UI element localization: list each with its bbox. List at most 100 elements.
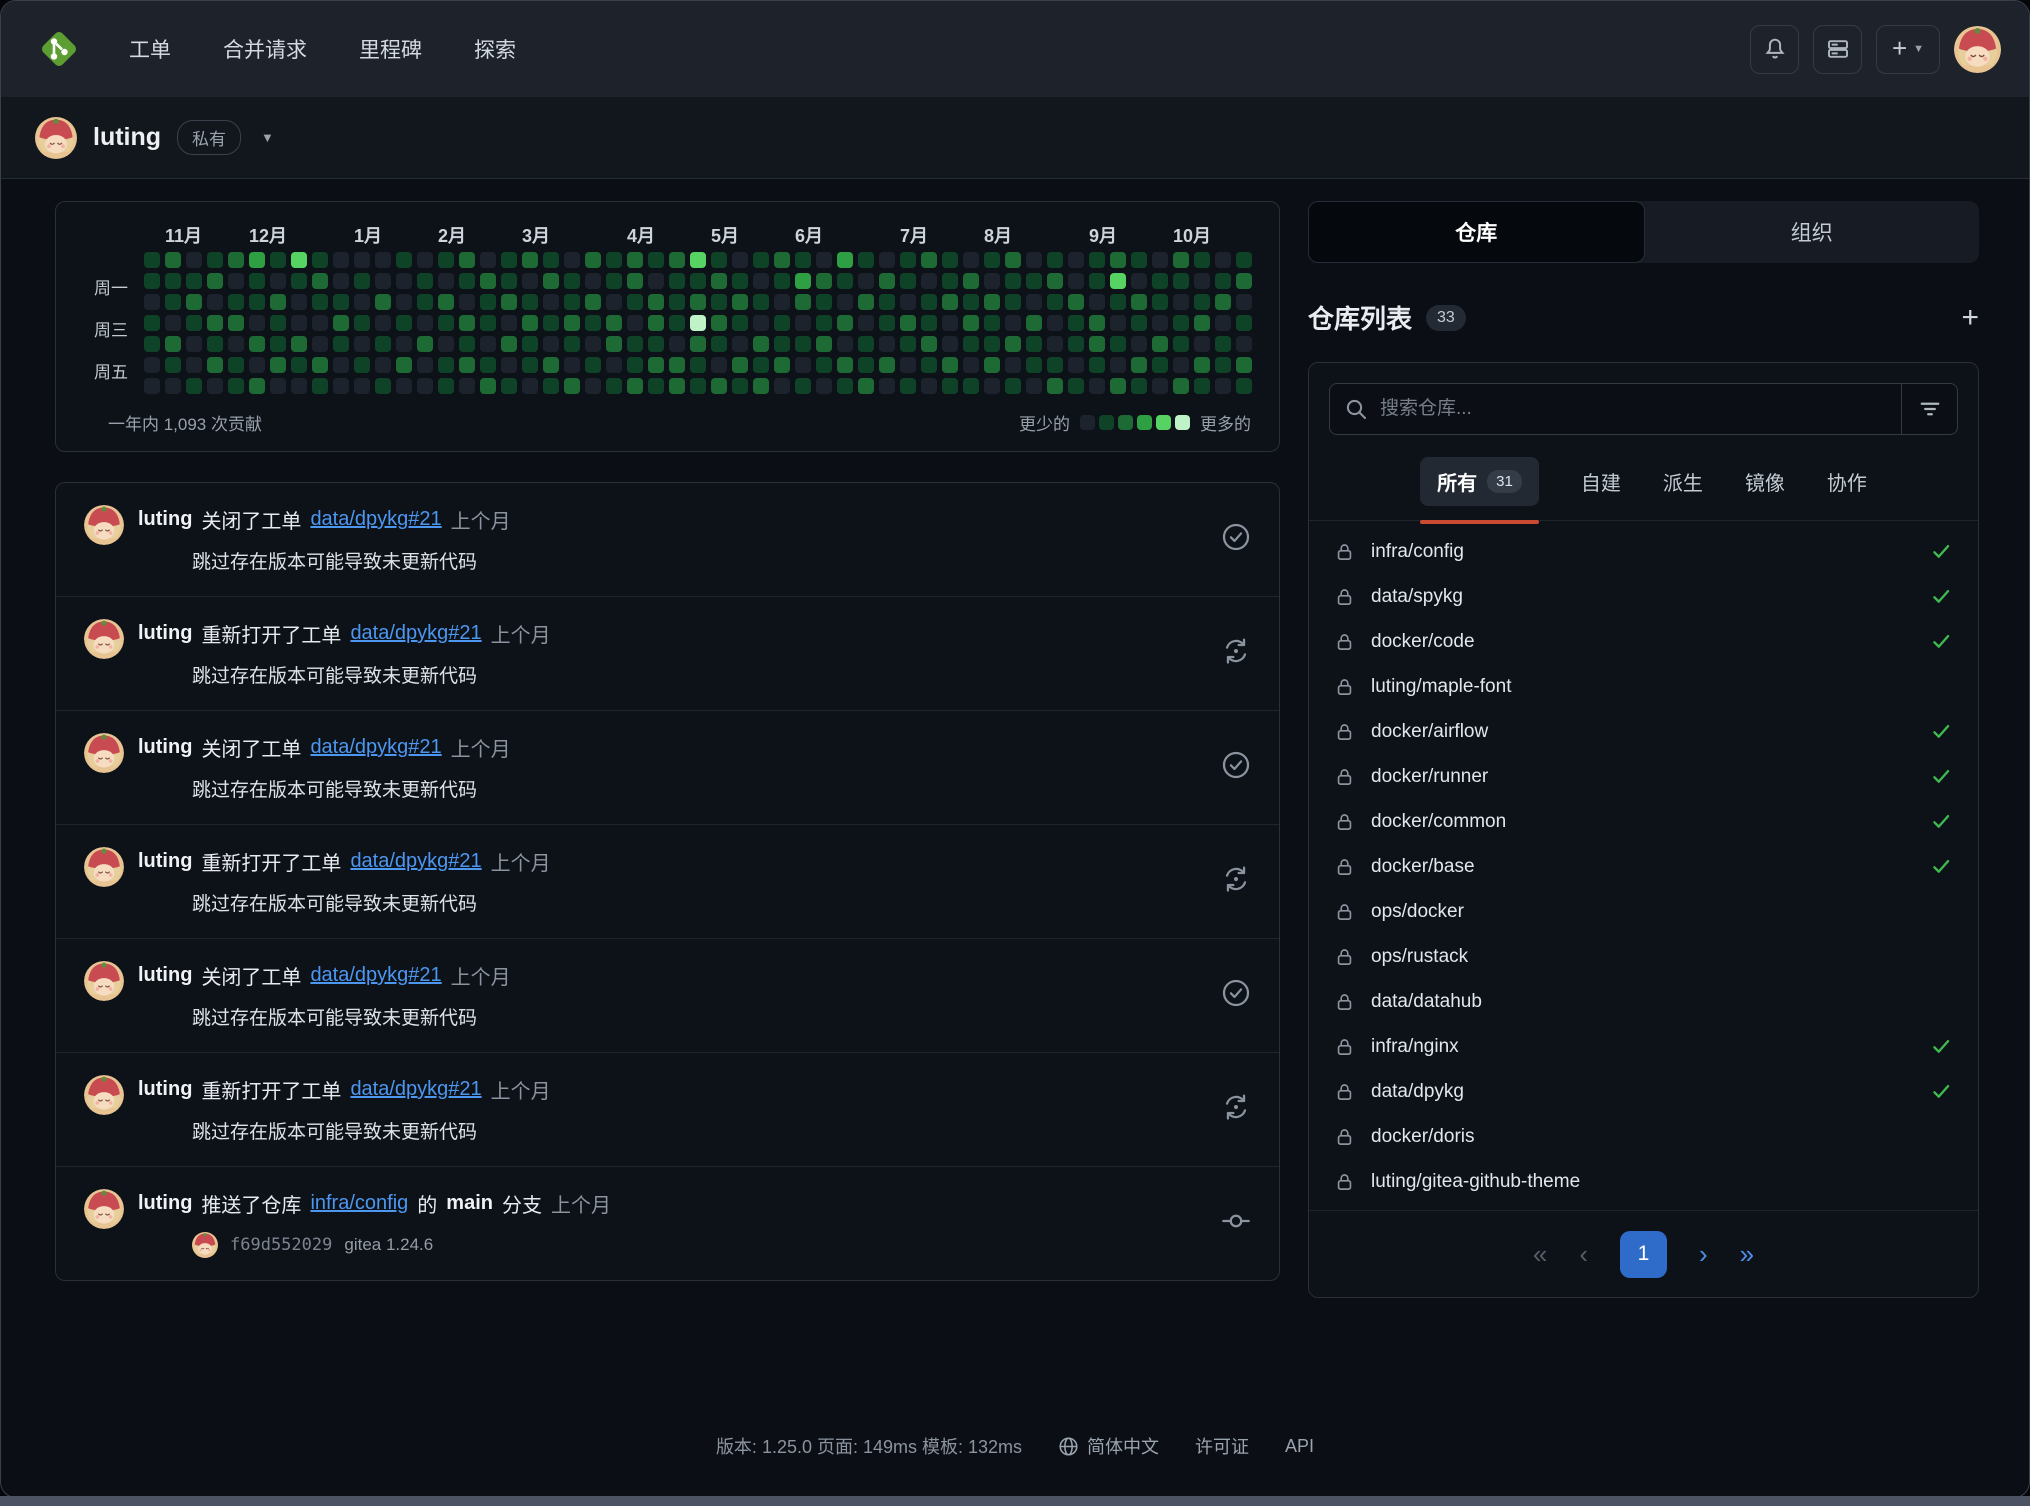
heatmap-cell[interactable] bbox=[606, 252, 622, 268]
heatmap-cell[interactable] bbox=[270, 252, 286, 268]
heatmap-cell[interactable] bbox=[417, 336, 433, 352]
heatmap-cell[interactable] bbox=[837, 315, 853, 331]
feed-link[interactable]: data/dpykg#21 bbox=[310, 736, 441, 759]
heatmap-cell[interactable] bbox=[543, 273, 559, 289]
heatmap-cell[interactable] bbox=[711, 315, 727, 331]
heatmap-cell[interactable] bbox=[1005, 273, 1021, 289]
heatmap-cell[interactable] bbox=[1068, 336, 1084, 352]
feed-link[interactable]: data/dpykg#21 bbox=[350, 622, 481, 645]
heatmap-cell[interactable] bbox=[1194, 357, 1210, 373]
heatmap-cell[interactable] bbox=[165, 378, 181, 394]
heatmap-cell[interactable] bbox=[942, 378, 958, 394]
heatmap-cell[interactable] bbox=[186, 357, 202, 373]
heatmap-cell[interactable] bbox=[1005, 336, 1021, 352]
profile-dropdown-caret[interactable]: ▼ bbox=[261, 130, 274, 145]
repo-filter-镜像[interactable]: 镜像 bbox=[1745, 467, 1785, 496]
heatmap-cell[interactable] bbox=[312, 357, 328, 373]
heatmap-cell[interactable] bbox=[795, 294, 811, 310]
heatmap-cell[interactable] bbox=[585, 273, 601, 289]
heatmap-cell[interactable] bbox=[648, 315, 664, 331]
repo-row[interactable]: infra/config bbox=[1309, 529, 1978, 574]
heatmap-cell[interactable] bbox=[1089, 273, 1105, 289]
heatmap-cell[interactable] bbox=[648, 357, 664, 373]
heatmap-cell[interactable] bbox=[1026, 273, 1042, 289]
heatmap-cell[interactable] bbox=[1068, 315, 1084, 331]
heatmap-cell[interactable] bbox=[1173, 336, 1189, 352]
heatmap-cell[interactable] bbox=[396, 378, 412, 394]
heatmap-cell[interactable] bbox=[900, 357, 916, 373]
heatmap-cell[interactable] bbox=[921, 315, 937, 331]
heatmap-cell[interactable] bbox=[900, 378, 916, 394]
notifications-button[interactable] bbox=[1750, 25, 1799, 74]
heatmap-cell[interactable] bbox=[1047, 273, 1063, 289]
heatmap-cell[interactable] bbox=[165, 294, 181, 310]
heatmap-cell[interactable] bbox=[543, 336, 559, 352]
heatmap-cell[interactable] bbox=[963, 315, 979, 331]
heatmap-cell[interactable] bbox=[354, 357, 370, 373]
heatmap-cell[interactable] bbox=[1215, 357, 1231, 373]
heatmap-cell[interactable] bbox=[207, 378, 223, 394]
heatmap-cell[interactable] bbox=[816, 315, 832, 331]
heatmap-cell[interactable] bbox=[438, 336, 454, 352]
repo-row[interactable]: docker/code bbox=[1309, 619, 1978, 664]
heatmap-cell[interactable] bbox=[753, 378, 769, 394]
heatmap-cell[interactable] bbox=[963, 252, 979, 268]
heatmap-cell[interactable] bbox=[606, 273, 622, 289]
heatmap-cell[interactable] bbox=[984, 336, 1000, 352]
heatmap-cell[interactable] bbox=[690, 315, 706, 331]
heatmap-cell[interactable] bbox=[900, 336, 916, 352]
heatmap-cell[interactable] bbox=[984, 294, 1000, 310]
repo-row[interactable]: luting/gitea-github-theme bbox=[1309, 1159, 1978, 1204]
heatmap-cell[interactable] bbox=[1089, 315, 1105, 331]
heatmap-cell[interactable] bbox=[1026, 378, 1042, 394]
repo-name[interactable]: ops/rustack bbox=[1371, 946, 1468, 968]
heatmap-cell[interactable] bbox=[984, 273, 1000, 289]
heatmap-cell[interactable] bbox=[228, 357, 244, 373]
feed-actor-name[interactable]: luting bbox=[138, 622, 192, 645]
heatmap-cell[interactable] bbox=[921, 252, 937, 268]
heatmap-cell[interactable] bbox=[963, 273, 979, 289]
heatmap-cell[interactable] bbox=[816, 357, 832, 373]
feed-link[interactable]: data/dpykg#21 bbox=[310, 508, 441, 531]
heatmap-cell[interactable] bbox=[291, 252, 307, 268]
heatmap-cell[interactable] bbox=[144, 294, 160, 310]
heatmap-cell[interactable] bbox=[963, 336, 979, 352]
heatmap-cell[interactable] bbox=[1215, 378, 1231, 394]
heatmap-cell[interactable] bbox=[1152, 378, 1168, 394]
heatmap-cell[interactable] bbox=[564, 252, 580, 268]
heatmap-cell[interactable] bbox=[1089, 378, 1105, 394]
heatmap-cell[interactable] bbox=[333, 273, 349, 289]
heatmap-cell[interactable] bbox=[1194, 252, 1210, 268]
heatmap-cell[interactable] bbox=[438, 378, 454, 394]
heatmap-cell[interactable] bbox=[207, 252, 223, 268]
heatmap-cell[interactable] bbox=[837, 252, 853, 268]
heatmap-cell[interactable] bbox=[564, 378, 580, 394]
feed-actor-name[interactable]: luting bbox=[138, 1192, 192, 1215]
heatmap-cell[interactable] bbox=[144, 336, 160, 352]
heatmap-cell[interactable] bbox=[144, 315, 160, 331]
heatmap-cell[interactable] bbox=[858, 315, 874, 331]
heatmap-cell[interactable] bbox=[690, 294, 706, 310]
heatmap-cell[interactable] bbox=[312, 336, 328, 352]
heatmap-cell[interactable] bbox=[564, 336, 580, 352]
heatmap-cell[interactable] bbox=[249, 273, 265, 289]
heatmap-cell[interactable] bbox=[438, 252, 454, 268]
heatmap-cell[interactable] bbox=[354, 378, 370, 394]
heatmap-cell[interactable] bbox=[795, 273, 811, 289]
heatmap-cell[interactable] bbox=[501, 336, 517, 352]
heatmap-cell[interactable] bbox=[354, 273, 370, 289]
heatmap-cell[interactable] bbox=[1005, 378, 1021, 394]
heatmap-cell[interactable] bbox=[1047, 336, 1063, 352]
heatmap-cell[interactable] bbox=[417, 273, 433, 289]
heatmap-cell[interactable] bbox=[354, 294, 370, 310]
heatmap-cell[interactable] bbox=[375, 252, 391, 268]
heatmap-cell[interactable] bbox=[1215, 252, 1231, 268]
heatmap-cell[interactable] bbox=[564, 294, 580, 310]
heatmap-cell[interactable] bbox=[1215, 294, 1231, 310]
heatmap-cell[interactable] bbox=[459, 378, 475, 394]
heatmap-cell[interactable] bbox=[837, 378, 853, 394]
heatmap-cell[interactable] bbox=[186, 252, 202, 268]
heatmap-cell[interactable] bbox=[333, 294, 349, 310]
heatmap-cell[interactable] bbox=[543, 294, 559, 310]
add-repo-button[interactable]: + bbox=[1961, 303, 1979, 333]
